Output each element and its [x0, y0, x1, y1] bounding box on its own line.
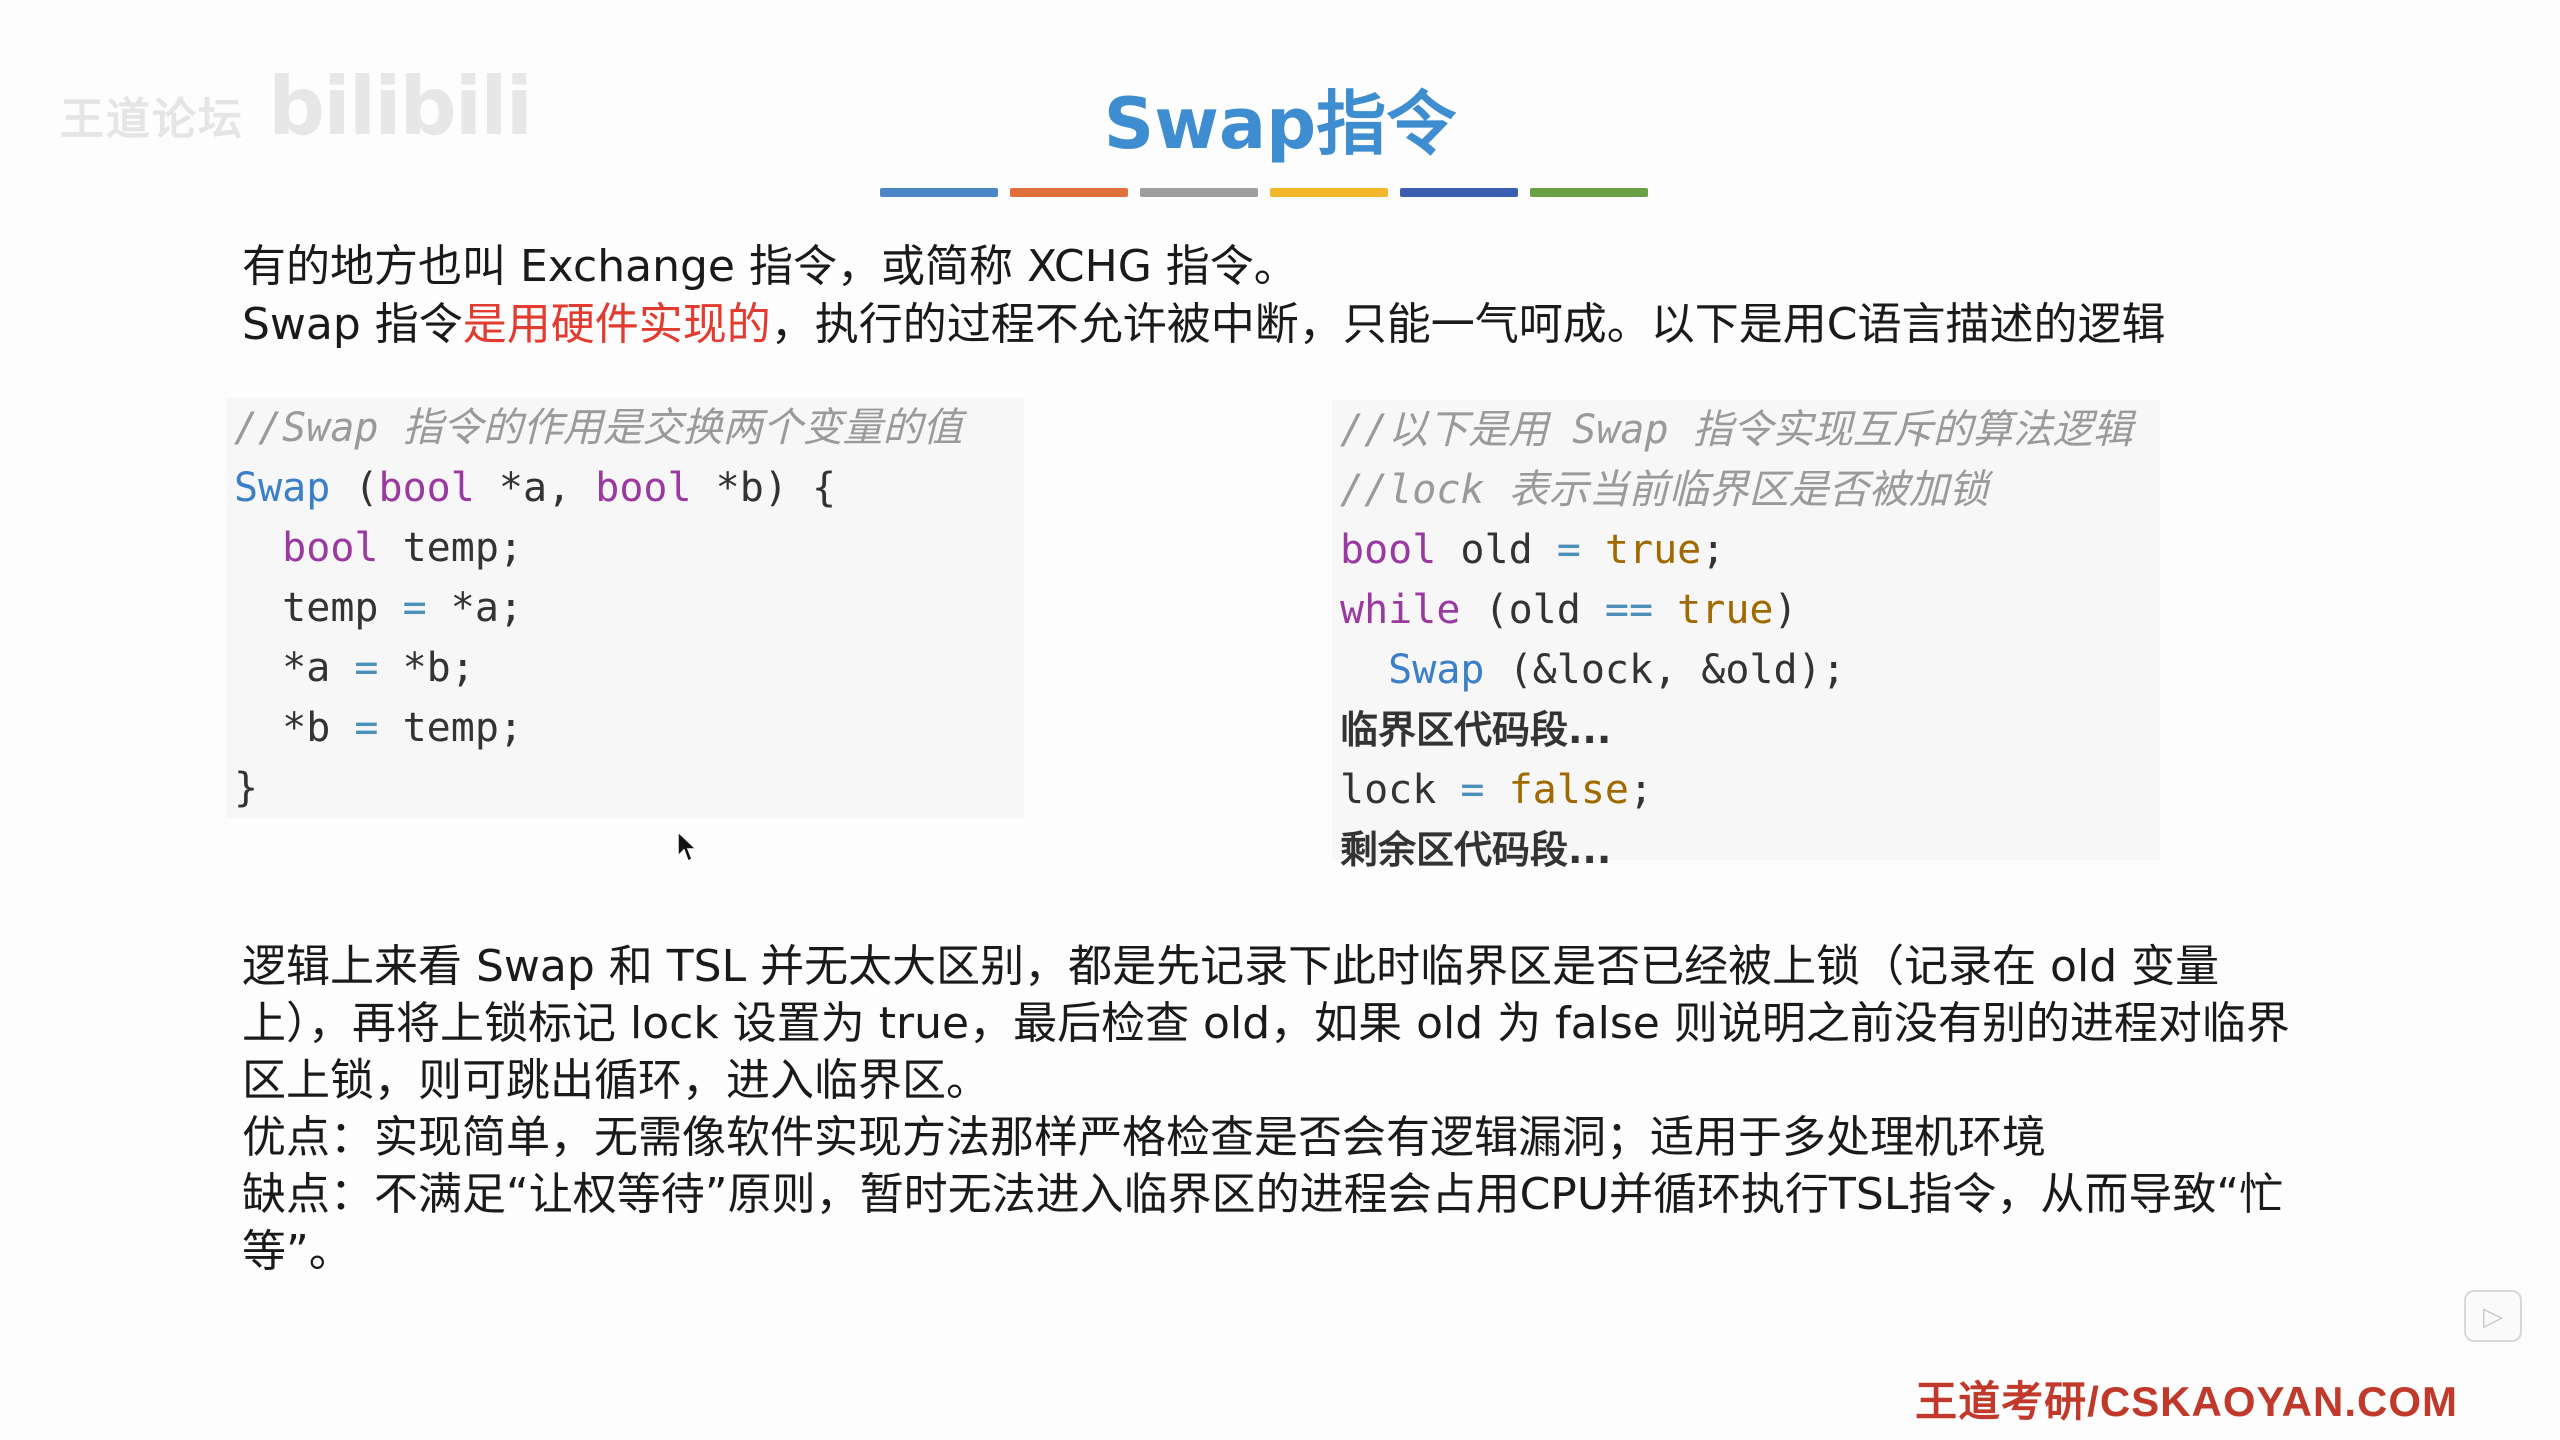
mouse-pointer-icon [677, 830, 698, 863]
code-line: } [234, 765, 259, 811]
code-token: *b [282, 705, 355, 751]
summary-text: 逻辑上来看 Swap 和 TSL 并无太大区别，都是先记录下此时临界区是否已经被… [242, 938, 2322, 1280]
summary-advantages: 优点：实现简单，无需像软件实现方法那样严格检查是否会有逻辑漏洞；适用于多处理机环… [242, 1112, 2046, 1163]
code-line-signature: Swap (bool *a, bool *b) { [234, 458, 1024, 518]
color-bar-segment [1530, 188, 1648, 197]
code-token: Swap [1388, 647, 1485, 693]
code-token: ( [330, 465, 379, 511]
code-token: old [1436, 527, 1557, 573]
summary-disadvantages: 缺点：不满足“让权等待”原则，暂时无法进入临界区的进程会占用CPU并循环执行TS… [242, 1169, 2284, 1277]
code-line: 剩余区代码段... [1340, 828, 1612, 872]
intro-text: 有的地方也叫 Exchange 指令，或简称 XCHG 指令。 Swap 指令是… [242, 238, 2166, 354]
code-token: temp [282, 585, 403, 631]
code-token: *b; [378, 645, 475, 691]
code-token: *a; [426, 585, 524, 631]
code-line: *b = temp; [234, 698, 1024, 758]
intro-highlight: 是用硬件实现的 [462, 299, 771, 350]
code-token: (&lock, &old); [1484, 647, 1846, 693]
code-token: bool [595, 465, 692, 511]
code-token: bool [282, 525, 379, 571]
code-line: Swap (&lock, &old); [1340, 640, 2160, 700]
code-token: temp; [378, 705, 524, 751]
code-token: ; [1701, 527, 1726, 573]
footer-brand: 王道考研/CSKAOYAN.COM [1915, 1378, 2458, 1425]
slide-title: Swap指令 [1103, 83, 1457, 165]
color-bar-segment [1270, 188, 1388, 197]
color-bar-segment [1010, 188, 1128, 197]
summary-logic-paragraph: 逻辑上来看 Swap 和 TSL 并无太大区别，都是先记录下此时临界区是否已经被… [242, 941, 2290, 1106]
code-token: false [1484, 767, 1630, 813]
code-line: bool old = true; [1340, 520, 2160, 580]
intro-line-2: Swap 指令是用硬件实现的，执行的过程不允许被中断，只能一气呵成。以下是用C语… [242, 296, 2166, 354]
code-token: == [1604, 587, 1654, 633]
swap-function-code-block: //Swap 指令的作用是交换两个变量的值 Swap (bool *a, bool… [226, 398, 1024, 818]
code-token: while [1340, 587, 1461, 633]
code-line: *a = *b; [234, 638, 1024, 698]
code-token: ; [1629, 767, 1654, 813]
code-token: = [354, 705, 379, 751]
code-line: temp = *a; [234, 578, 1024, 638]
code-token: *a, [474, 465, 596, 511]
code-token: Swap [234, 465, 331, 511]
code-token: *b) { [691, 465, 837, 511]
code-token: = [1460, 767, 1485, 813]
intro-line-1: 有的地方也叫 Exchange 指令，或简称 XCHG 指令。 [242, 241, 1298, 292]
code-comment: //Swap 指令的作用是交换两个变量的值 [234, 405, 963, 451]
code-token: true [1580, 527, 1702, 573]
code-comment: //以下是用 Swap 指令实现互斥的算法逻辑 [1340, 407, 2133, 453]
code-token: = [1556, 527, 1581, 573]
code-line: while (old == true) [1340, 580, 2160, 640]
code-line: 临界区代码段... [1340, 708, 1612, 752]
code-line: bool temp; [234, 518, 1024, 578]
code-token: *a [282, 645, 355, 691]
code-token: (old [1460, 587, 1605, 633]
code-line: lock = false; [1340, 760, 2160, 820]
code-token: = [354, 645, 379, 691]
code-token: lock [1340, 767, 1461, 813]
code-token: true [1653, 587, 1774, 633]
code-token: ) [1773, 587, 1798, 633]
play-icon[interactable]: ▷ [2464, 1290, 2522, 1342]
code-token: bool [378, 465, 475, 511]
intro-line-2-end: ，执行的过程不允许被中断，只能一气呵成。以下是用C语言描述的逻辑 [770, 299, 2166, 350]
code-token: temp; [378, 525, 523, 571]
mutex-algorithm-code-block: //以下是用 Swap 指令实现互斥的算法逻辑 //lock 表示当前临界区是否被… [1332, 400, 2160, 872]
color-bar-segment [1140, 188, 1258, 197]
code-token: = [402, 585, 427, 631]
intro-line-2-start: Swap 指令 [242, 299, 463, 350]
color-divider [880, 188, 1648, 197]
code-comment: //lock 表示当前临界区是否被加锁 [1340, 467, 1989, 513]
code-token: bool [1340, 527, 1437, 573]
color-bar-segment [880, 188, 998, 197]
color-bar-segment [1400, 188, 1518, 197]
